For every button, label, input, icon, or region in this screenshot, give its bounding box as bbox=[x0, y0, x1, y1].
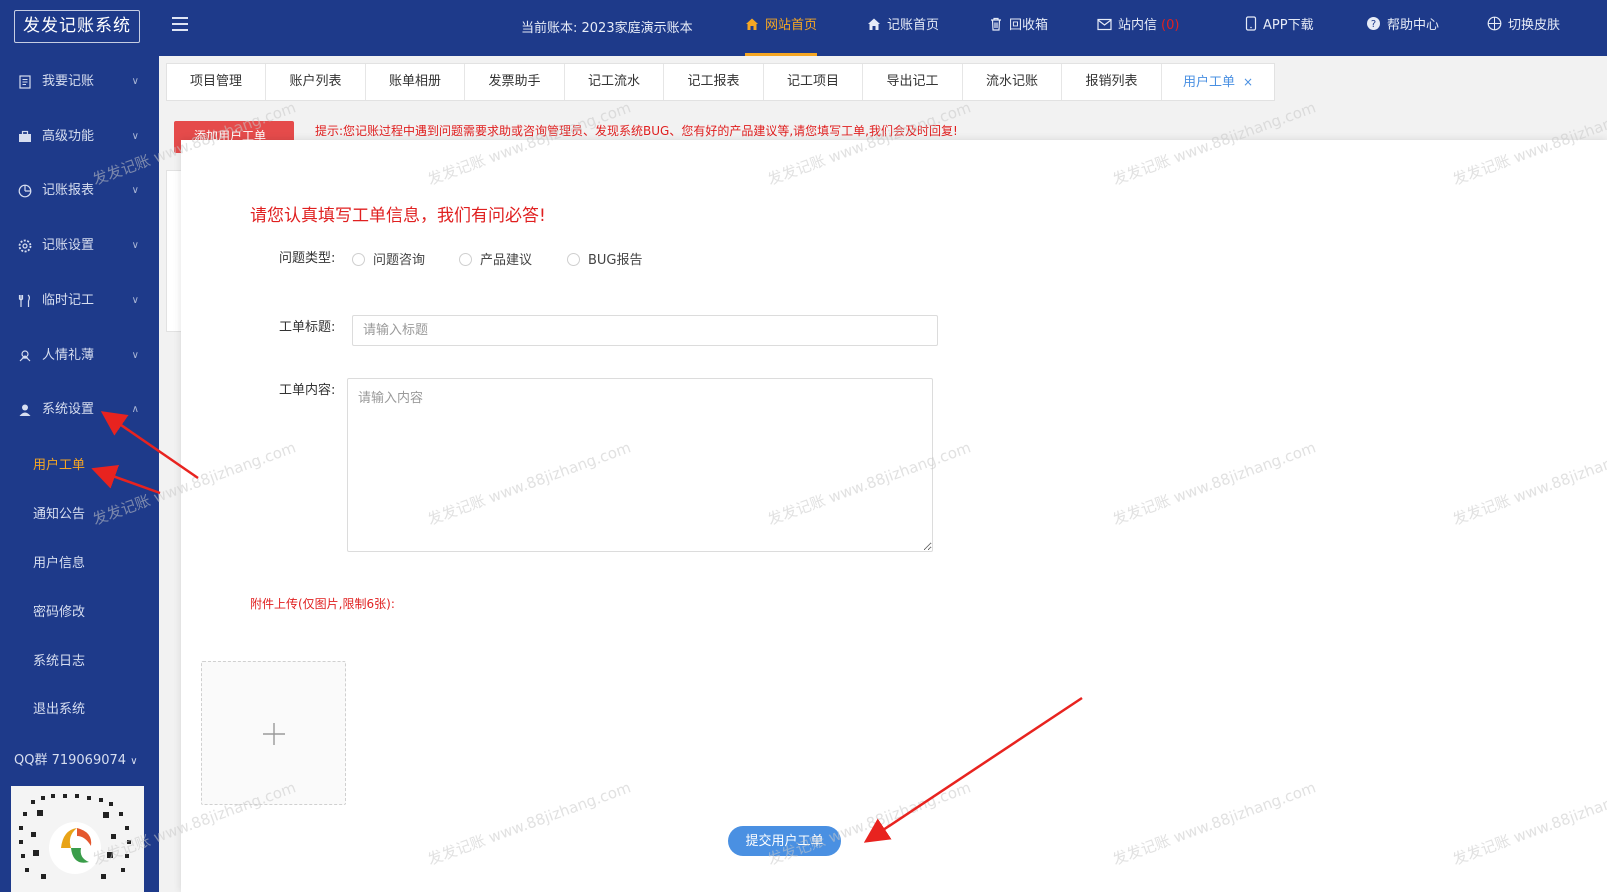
radio-suggestion[interactable]: 产品建议 bbox=[459, 249, 532, 268]
nav-app-download[interactable]: APP下载 bbox=[1245, 0, 1314, 56]
utensils-icon bbox=[18, 294, 30, 307]
home-icon bbox=[746, 18, 758, 30]
app-logo[interactable]: 发发记账系统 bbox=[14, 10, 140, 43]
attachment-label: 附件上传(仅图片,限制6张): bbox=[250, 597, 395, 611]
unread-count-badge: (0) bbox=[1161, 18, 1180, 33]
sidebar-subitem-system-log[interactable]: 系统日志 bbox=[33, 650, 85, 669]
sidebar-subitem-logout[interactable]: 退出系统 bbox=[33, 698, 85, 717]
dialog-title: 请您认真填写工单信息，我们有问必答! bbox=[250, 206, 546, 226]
home-icon bbox=[868, 18, 880, 30]
radio-circle-icon bbox=[459, 253, 472, 266]
tab-work-items[interactable]: 记工项目 bbox=[764, 64, 863, 100]
ticket-title-input[interactable] bbox=[352, 315, 938, 346]
sidebar-item-temp-work[interactable]: 临时记工 ∨ bbox=[0, 281, 159, 321]
tab-bar: 项目管理 账户列表 账单相册 发票助手 记工流水 记工报表 记工项目 导出记工 … bbox=[166, 63, 1275, 101]
tab-flow-bookkeeping[interactable]: 流水记账 bbox=[963, 64, 1062, 100]
chevron-down-icon: ∨ bbox=[131, 350, 139, 361]
nav-ledger-home[interactable]: 记账首页 bbox=[867, 0, 939, 56]
submit-ticket-button[interactable]: 提交用户工单 bbox=[728, 826, 841, 856]
tab-export-work[interactable]: 导出记工 bbox=[863, 64, 963, 100]
mail-icon bbox=[1097, 18, 1112, 31]
sidebar-subitem-notices[interactable]: 通知公告 bbox=[33, 503, 85, 522]
ticket-content-textarea[interactable] bbox=[347, 378, 933, 552]
nav-help-center[interactable]: ? 帮助中心 bbox=[1366, 0, 1439, 56]
chevron-down-icon: ∨ bbox=[131, 185, 139, 196]
tab-reimburse-list[interactable]: 报销列表 bbox=[1062, 64, 1162, 100]
radio-bug-report[interactable]: BUG报告 bbox=[567, 249, 643, 268]
sidebar-subitem-password[interactable]: 密码修改 bbox=[33, 601, 85, 620]
sidebar-item-advanced[interactable]: 高级功能 ∨ bbox=[0, 117, 159, 157]
tab-project-manage[interactable]: 项目管理 bbox=[167, 64, 266, 100]
tab-bill-album[interactable]: 账单相册 bbox=[366, 64, 465, 100]
chevron-down-icon: ∨ bbox=[131, 240, 139, 251]
chevron-up-icon: ∧ bbox=[131, 404, 139, 415]
sidebar-item-reports[interactable]: 记账报表 ∨ bbox=[0, 171, 159, 211]
close-icon[interactable]: × bbox=[1243, 75, 1253, 89]
sidebar-subitem-user-info[interactable]: 用户信息 bbox=[33, 552, 85, 571]
sidebar-item-bookkeeping[interactable]: 我要记账 ∨ bbox=[0, 62, 159, 102]
content-label: 工单内容: bbox=[279, 383, 336, 398]
radio-consult[interactable]: 问题咨询 bbox=[352, 249, 425, 268]
trash-icon bbox=[991, 17, 1001, 31]
palette-icon bbox=[1487, 16, 1502, 31]
help-icon: ? bbox=[1367, 17, 1380, 30]
tab-work-flow[interactable]: 记工流水 bbox=[565, 64, 664, 100]
radio-circle-icon bbox=[567, 253, 580, 266]
svg-text:?: ? bbox=[1371, 19, 1376, 30]
sidebar-item-gift-book[interactable]: 人情礼薄 ∨ bbox=[0, 336, 159, 376]
nav-switch-skin[interactable]: 切换皮肤 bbox=[1487, 0, 1560, 56]
user-icon bbox=[19, 404, 31, 416]
menu-toggle-icon[interactable] bbox=[172, 17, 188, 31]
nav-website-home[interactable]: 网站首页 bbox=[745, 0, 818, 56]
title-label: 工单标题: bbox=[279, 320, 336, 335]
gear-icon bbox=[18, 239, 32, 253]
plus-icon bbox=[263, 723, 285, 745]
tab-work-report[interactable]: 记工报表 bbox=[664, 64, 764, 100]
ledger-icon bbox=[19, 75, 31, 89]
phone-icon bbox=[1245, 16, 1257, 31]
chevron-down-icon: ∨ bbox=[131, 76, 139, 87]
qq-group[interactable]: QQ群 719069074 ∨ bbox=[14, 749, 138, 768]
current-account: 当前账本: 2023家庭演示账本 bbox=[521, 21, 693, 36]
pie-chart-icon bbox=[18, 184, 32, 198]
page-hint: 提示:您记账过程中遇到问题需要求助或咨询管理员、发现系统BUG、您有好的产品建议… bbox=[315, 124, 958, 138]
nav-recycle-bin[interactable]: 回收箱 bbox=[989, 0, 1048, 56]
sidebar-subitem-user-ticket[interactable]: 用户工单 bbox=[33, 454, 85, 473]
sidebar-item-settings[interactable]: 记账设置 ∨ bbox=[0, 226, 159, 266]
sidebar: 我要记账 ∨ 高级功能 ∨ 记账报表 ∨ 记账设置 ∨ 临时记工 ∨ 人情礼薄 … bbox=[0, 56, 159, 892]
briefcase-icon bbox=[19, 130, 31, 142]
tab-account-list[interactable]: 账户列表 bbox=[266, 64, 366, 100]
type-label: 问题类型: bbox=[279, 251, 336, 266]
nav-messages[interactable]: 站内信 (0) bbox=[1097, 0, 1179, 56]
radio-circle-icon bbox=[352, 253, 365, 266]
chevron-down-icon: ∨ bbox=[131, 131, 139, 142]
ticket-form-dialog: 请您认真填写工单信息，我们有问必答! 问题类型: 问题咨询 产品建议 BUG报告… bbox=[181, 140, 1607, 892]
tab-user-ticket[interactable]: 用户工单 × bbox=[1162, 64, 1274, 100]
sidebar-item-system-settings[interactable]: 系统设置 ∧ bbox=[0, 390, 159, 430]
gift-icon bbox=[19, 350, 31, 362]
top-bar: 发发记账系统 当前账本: 2023家庭演示账本 网站首页 记账首页 回收箱 站内… bbox=[0, 0, 1607, 56]
image-upload-box[interactable] bbox=[201, 661, 346, 805]
tab-invoice-helper[interactable]: 发票助手 bbox=[465, 64, 565, 100]
chevron-down-icon: ∨ bbox=[130, 756, 138, 767]
qr-code-image bbox=[11, 786, 144, 892]
chevron-down-icon: ∨ bbox=[131, 295, 139, 306]
